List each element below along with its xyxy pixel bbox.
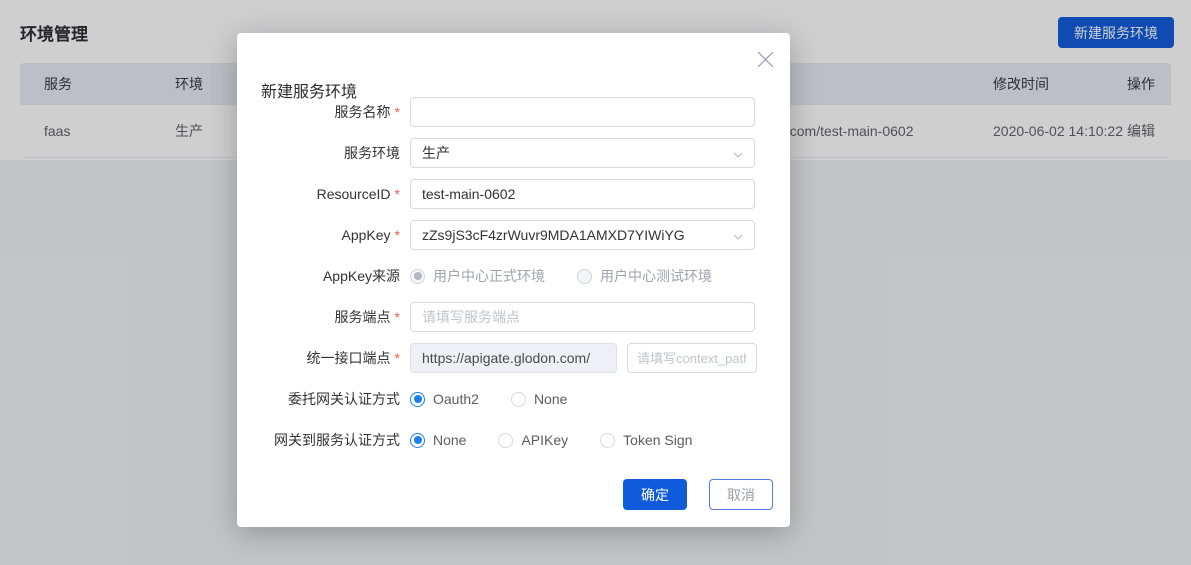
radio-selected-icon xyxy=(410,392,425,407)
app-key-source-label: AppKey来源 xyxy=(237,266,400,286)
form-row-service-name: 服务名称* xyxy=(237,97,790,127)
radio-unselected-icon xyxy=(498,433,513,448)
required-asterisk: * xyxy=(395,350,400,366)
form-row-service-auth: 网关到服务认证方式 None APIKey Token Sign xyxy=(237,425,790,455)
service-env-label: 服务环境 xyxy=(237,143,400,163)
required-asterisk: * xyxy=(395,227,400,243)
confirm-button[interactable]: 确定 xyxy=(623,479,687,510)
service-auth-label: 网关到服务认证方式 xyxy=(237,430,400,450)
radio-oauth2[interactable]: Oauth2 xyxy=(410,391,479,407)
radio-selected-icon xyxy=(410,269,425,284)
form-row-unified-endpoint: 统一接口端点* https://apigate.glodon.com/ xyxy=(237,343,790,373)
form-row-service-env: 服务环境 生产 xyxy=(237,138,790,168)
radio-user-center-prod[interactable]: 用户中心正式环境 xyxy=(410,266,545,286)
service-auth-radio-group: None APIKey Token Sign xyxy=(410,432,724,448)
gateway-auth-radio-group: Oauth2 None xyxy=(410,391,599,407)
radio-unselected-icon xyxy=(511,392,526,407)
chevron-down-icon xyxy=(732,230,744,246)
service-endpoint-label: 服务端点* xyxy=(237,307,400,327)
required-asterisk: * xyxy=(395,186,400,202)
form-row-resource-id: ResourceID* xyxy=(237,179,790,209)
service-name-input[interactable] xyxy=(410,97,755,127)
form-row-gateway-auth: 委托网关认证方式 Oauth2 None xyxy=(237,384,790,414)
required-asterisk: * xyxy=(395,104,400,120)
required-asterisk: * xyxy=(395,309,400,325)
radio-selected-icon xyxy=(410,433,425,448)
cancel-button[interactable]: 取消 xyxy=(709,479,773,510)
radio-none[interactable]: None xyxy=(410,432,466,448)
resource-id-label: ResourceID* xyxy=(237,186,400,202)
app-key-label: AppKey* xyxy=(237,227,400,243)
form-row-app-key-source: AppKey来源 用户中心正式环境 用户中心测试环境 xyxy=(237,261,790,291)
service-env-selected-value: 生产 xyxy=(422,143,450,163)
unified-endpoint-label: 统一接口端点* xyxy=(237,348,400,368)
unified-endpoint-base-field: https://apigate.glodon.com/ xyxy=(410,343,617,373)
radio-token-sign[interactable]: Token Sign xyxy=(600,432,692,448)
service-name-label: 服务名称* xyxy=(237,102,400,122)
service-env-select[interactable]: 生产 xyxy=(410,138,755,168)
radio-user-center-test[interactable]: 用户中心测试环境 xyxy=(577,266,712,286)
app-key-selected-value: zZs9jS3cF4zrWuvr9MDA1AMXD7YIWiYG xyxy=(422,227,685,243)
context-path-input[interactable] xyxy=(627,343,757,373)
gateway-auth-label: 委托网关认证方式 xyxy=(237,389,400,409)
chevron-down-icon xyxy=(732,148,744,164)
radio-apikey[interactable]: APIKey xyxy=(498,432,568,448)
create-env-modal: 新建服务环境 服务名称* 服务环境 生产 ResourceID* AppKey* xyxy=(237,33,790,527)
modal-footer: 确定 取消 xyxy=(623,479,773,510)
service-endpoint-input[interactable] xyxy=(410,302,755,332)
form-row-service-endpoint: 服务端点* xyxy=(237,302,790,332)
radio-unselected-icon xyxy=(577,269,592,284)
form-row-app-key: AppKey* zZs9jS3cF4zrWuvr9MDA1AMXD7YIWiYG xyxy=(237,220,790,250)
radio-unselected-icon xyxy=(600,433,615,448)
create-env-form: 服务名称* 服务环境 生产 ResourceID* AppKey* zZs9jS… xyxy=(237,97,790,466)
radio-none[interactable]: None xyxy=(511,391,567,407)
app-key-select[interactable]: zZs9jS3cF4zrWuvr9MDA1AMXD7YIWiYG xyxy=(410,220,755,250)
close-icon[interactable] xyxy=(754,48,776,70)
app-key-source-radio-group: 用户中心正式环境 用户中心测试环境 xyxy=(410,266,744,286)
resource-id-input[interactable] xyxy=(410,179,755,209)
